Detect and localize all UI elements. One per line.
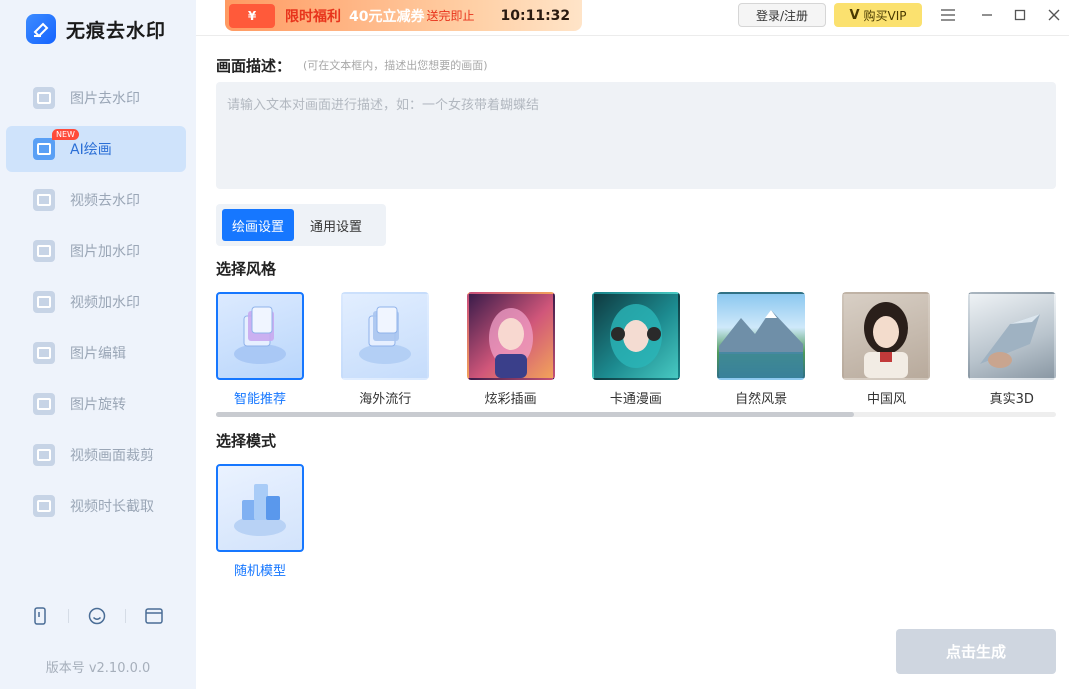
promo-banner[interactable]: ¥ 限时福利 40元立减券 送完即止 10:11:32 xyxy=(225,0,582,31)
crop-icon xyxy=(33,444,55,466)
description-input[interactable] xyxy=(216,82,1056,189)
style-thumbnail xyxy=(341,292,429,380)
rotate-icon xyxy=(33,393,55,415)
window-icon[interactable] xyxy=(144,606,164,626)
maximize-icon[interactable] xyxy=(1009,4,1031,26)
sidebar-tools xyxy=(30,606,164,626)
style-item-smart[interactable]: 智能推荐 xyxy=(216,292,304,408)
buy-vip-label: 购买VIP xyxy=(864,7,907,24)
sidebar-item-label: 图片编辑 xyxy=(70,343,126,363)
sidebar-nav: 图片去水印 NEW AI绘画 视频去水印 图片加水印 视频加水印 图片编辑 图片… xyxy=(6,75,186,534)
style-thumbnail xyxy=(467,292,555,380)
settings-tabs: 绘画设置 通用设置 xyxy=(216,204,386,246)
sidebar-item-label: 视频画面裁剪 xyxy=(70,445,154,465)
mode-item-random-model[interactable]: 随机模型 xyxy=(216,464,304,579)
sidebar-item-image-add-watermark[interactable]: 图片加水印 xyxy=(6,228,186,274)
image-add-icon xyxy=(33,240,55,262)
film-icon xyxy=(33,291,55,313)
sidebar-item-label: 视频加水印 xyxy=(70,292,140,312)
style-item-cartoon-comic[interactable]: 卡通漫画 xyxy=(592,292,680,408)
sidebar-item-image-remove-watermark[interactable]: 图片去水印 xyxy=(6,75,186,121)
smile-icon[interactable] xyxy=(87,606,107,626)
style-label: 智能推荐 xyxy=(234,388,286,407)
style-label: 海外流行 xyxy=(359,388,411,407)
style-thumbnail xyxy=(968,292,1056,380)
trim-icon xyxy=(33,495,55,517)
description-hint: (可在文本框内，描述出您想要的画面) xyxy=(303,57,488,73)
sidebar-item-ai-painting[interactable]: NEW AI绘画 xyxy=(6,126,186,172)
phone-icon[interactable] xyxy=(30,606,50,626)
sidebar-item-label: 视频去水印 xyxy=(70,190,140,210)
sidebar-item-label: 视频时长截取 xyxy=(70,496,154,516)
header-divider xyxy=(196,35,1069,36)
style-label: 自然风景 xyxy=(735,388,787,407)
sidebar-item-video-trim[interactable]: 视频时长截取 xyxy=(6,483,186,529)
edit-icon xyxy=(33,342,55,364)
buy-vip-button[interactable]: V 购买VIP xyxy=(834,3,922,27)
close-icon[interactable] xyxy=(1043,4,1065,26)
style-item-nature-scenery[interactable]: 自然风景 xyxy=(717,292,805,408)
tab-general-settings[interactable]: 通用设置 xyxy=(300,209,372,241)
style-thumbnail xyxy=(717,292,805,380)
sidebar-item-image-edit[interactable]: 图片编辑 xyxy=(6,330,186,376)
style-label: 卡通漫画 xyxy=(610,388,662,407)
style-section-title: 选择风格 xyxy=(216,258,276,279)
image-icon xyxy=(33,87,55,109)
description-title: 画面描述： xyxy=(216,55,291,76)
style-item-realistic-3d[interactable]: 真实3D xyxy=(968,292,1056,408)
divider xyxy=(68,609,69,623)
sidebar-item-image-rotate[interactable]: 图片旋转 xyxy=(6,381,186,427)
promo-amount: 40元立减券 xyxy=(349,6,424,26)
style-item-colorful-illustration[interactable]: 炫彩插画 xyxy=(467,292,555,408)
mode-section-title: 选择模式 xyxy=(216,430,276,451)
mode-thumbnail xyxy=(216,464,304,552)
sidebar-item-label: 图片加水印 xyxy=(70,241,140,261)
brand-logo-icon xyxy=(26,14,56,44)
sidebar-item-video-remove-watermark[interactable]: 视频去水印 xyxy=(6,177,186,223)
style-label: 真实3D xyxy=(990,388,1034,407)
promo-note: 送完即止 xyxy=(426,7,474,24)
sidebar: 无痕去水印 图片去水印 NEW AI绘画 视频去水印 图片加水印 视频加水印 图… xyxy=(0,0,196,689)
sidebar-item-video-add-watermark[interactable]: 视频加水印 xyxy=(6,279,186,325)
divider xyxy=(125,609,126,623)
sidebar-item-video-crop[interactable]: 视频画面裁剪 xyxy=(6,432,186,478)
menu-icon[interactable] xyxy=(937,4,959,26)
minimize-icon[interactable] xyxy=(976,4,998,26)
style-thumbnail xyxy=(842,292,930,380)
video-icon xyxy=(33,189,55,211)
style-label: 炫彩插画 xyxy=(485,388,537,407)
app-title: 无痕去水印 xyxy=(66,16,166,43)
style-thumbnail xyxy=(216,292,304,380)
tab-painting-settings[interactable]: 绘画设置 xyxy=(222,209,294,241)
login-button[interactable]: 登录/注册 xyxy=(738,3,826,27)
sidebar-item-label: AI绘画 xyxy=(70,139,112,159)
style-item-overseas[interactable]: 海外流行 xyxy=(341,292,429,408)
mode-label: 随机模型 xyxy=(234,560,286,579)
style-label: 中国风 xyxy=(867,388,906,407)
brush-icon xyxy=(33,138,55,160)
style-item-chinese-style[interactable]: 中国风 xyxy=(842,292,930,408)
style-list: 智能推荐 海外流行 炫彩插画 xyxy=(216,292,1056,408)
style-thumbnail xyxy=(592,292,680,380)
coupon-icon: ¥ xyxy=(229,4,275,28)
style-list-scrollbar[interactable] xyxy=(216,412,1056,417)
generate-button[interactable]: 点击生成 xyxy=(896,629,1056,674)
sidebar-item-label: 图片去水印 xyxy=(70,88,140,108)
new-badge: NEW xyxy=(52,129,79,140)
brand: 无痕去水印 xyxy=(26,14,166,44)
scrollbar-thumb[interactable] xyxy=(216,412,854,417)
vip-icon: V xyxy=(849,8,859,23)
version-label: 版本号 v2.10.0.0 xyxy=(0,657,196,676)
sidebar-item-label: 图片旋转 xyxy=(70,394,126,414)
promo-title: 限时福利 xyxy=(285,6,341,26)
promo-countdown: 10:11:32 xyxy=(501,8,571,24)
